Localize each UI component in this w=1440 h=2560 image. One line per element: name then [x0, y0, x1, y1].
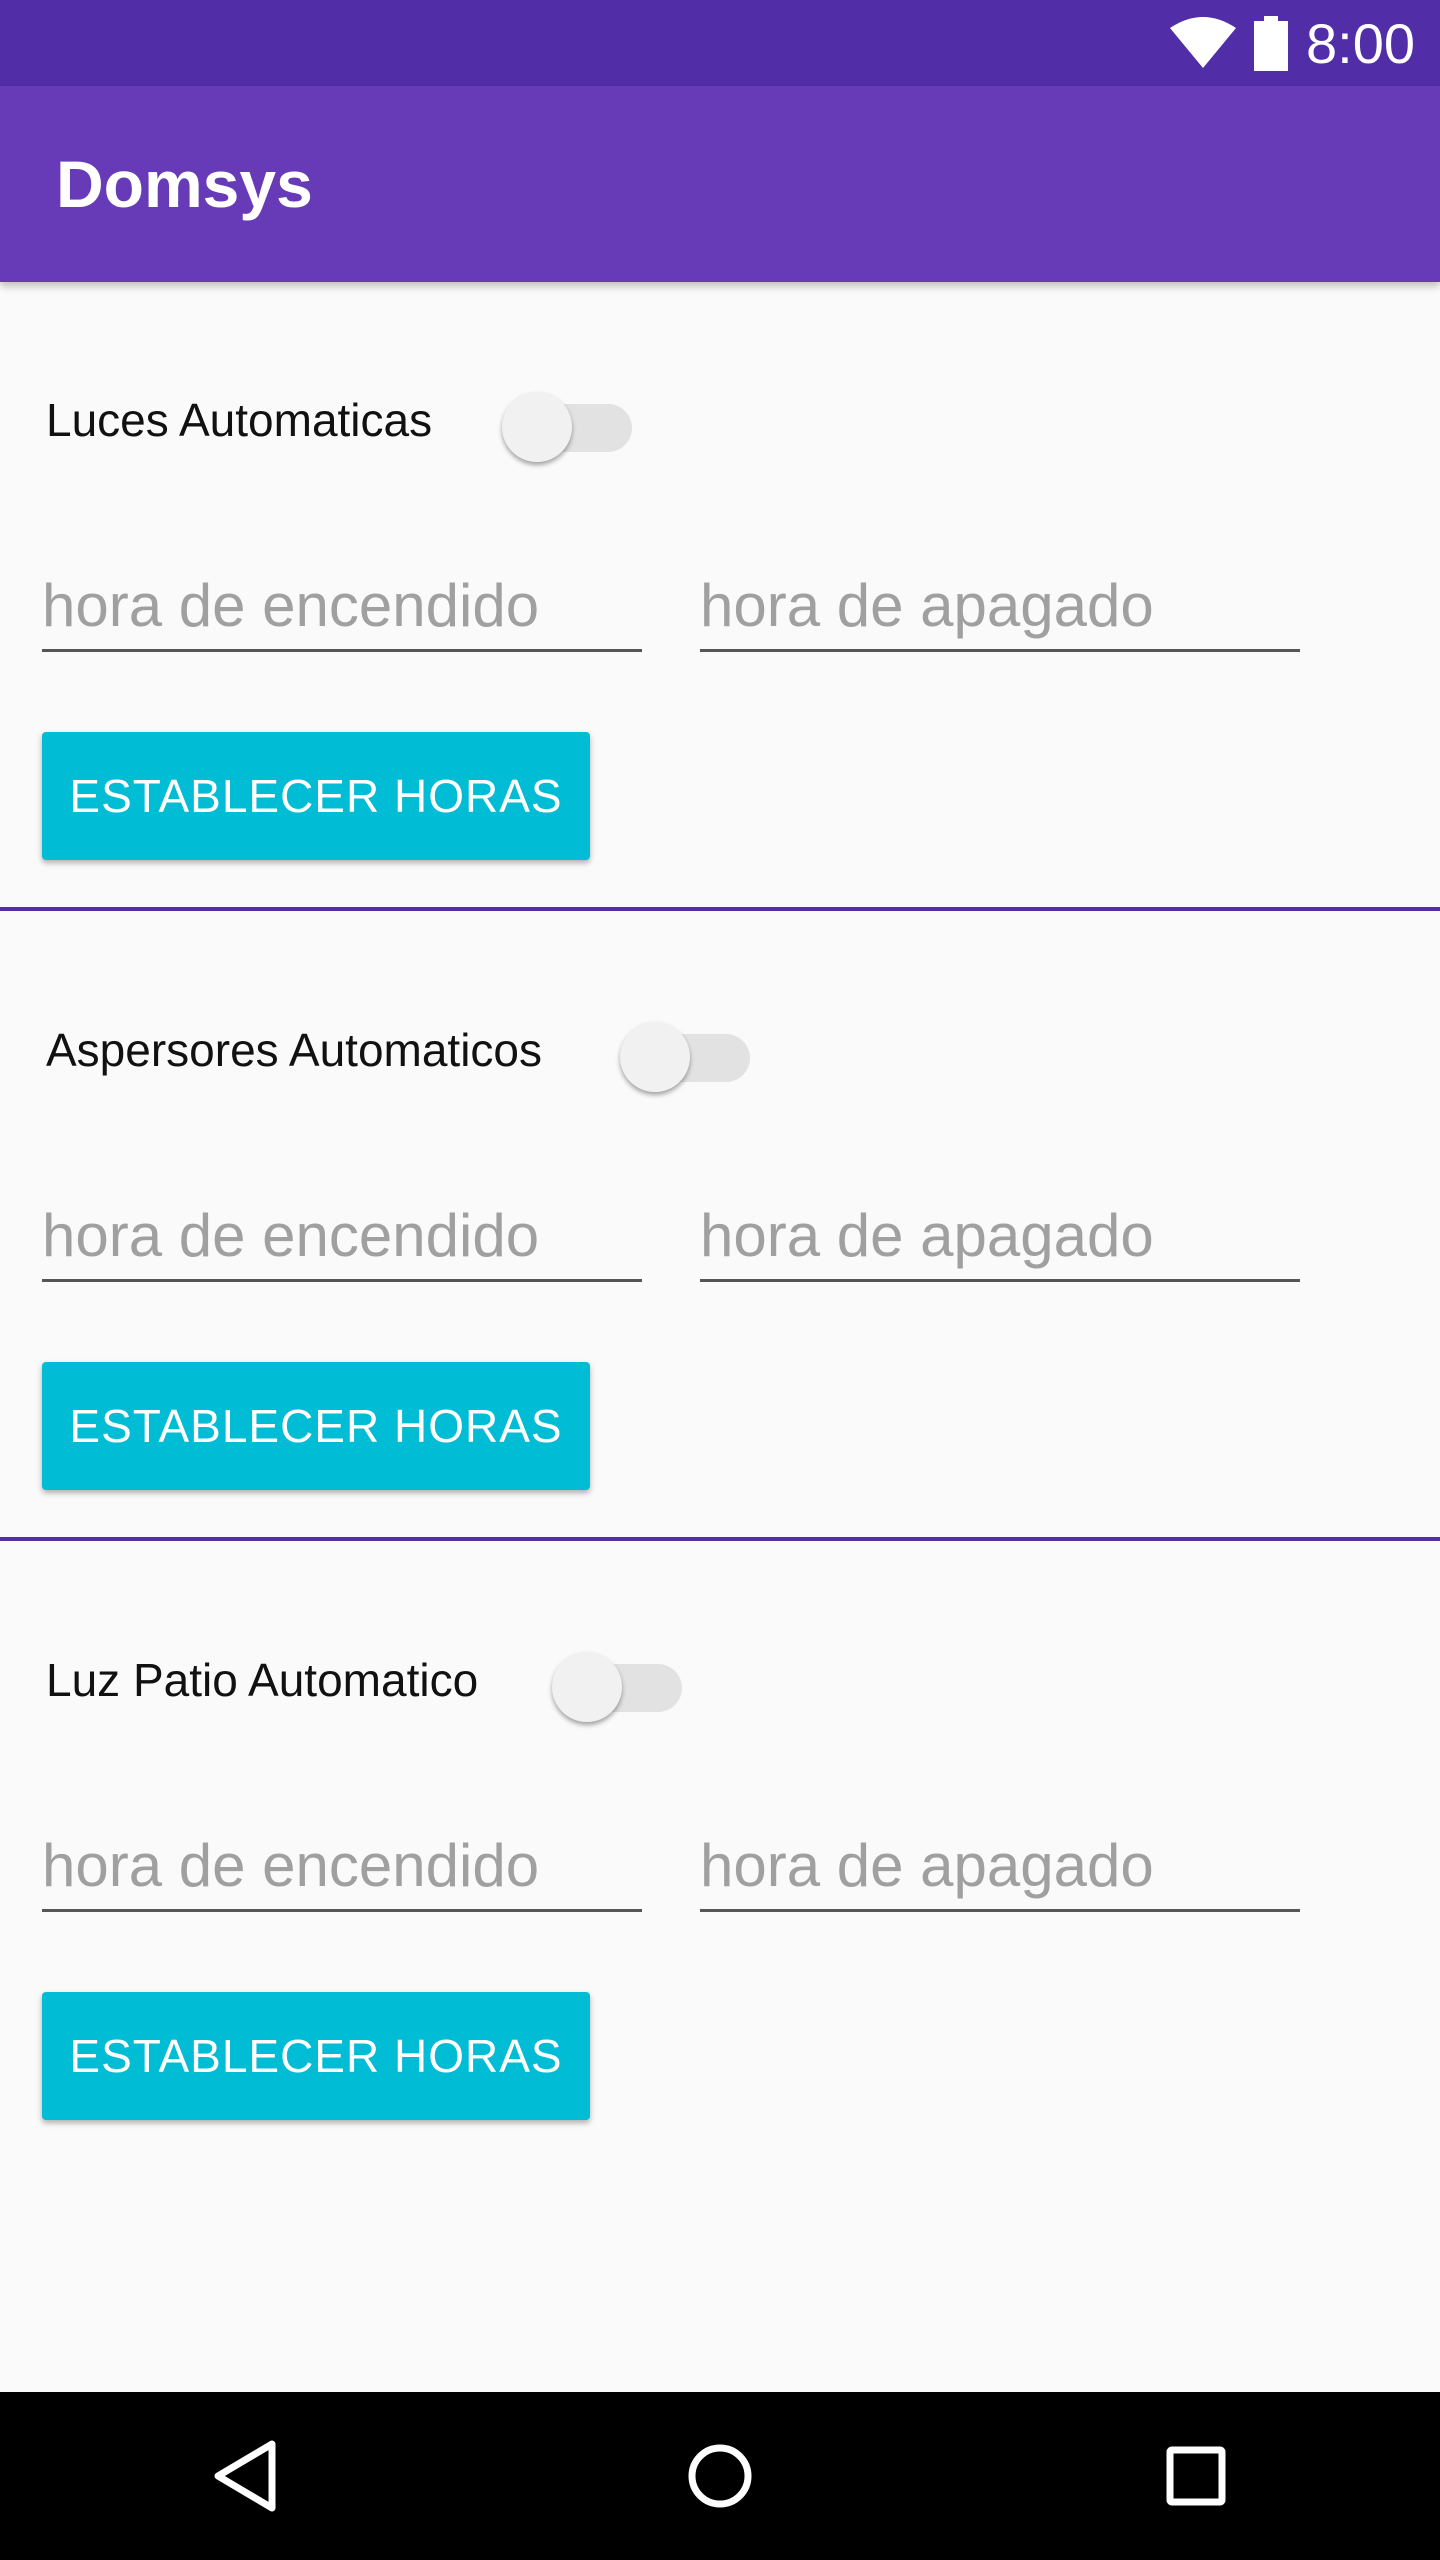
on-time-input-luces[interactable]	[42, 562, 642, 652]
toggle-label-luces: Luces Automaticas	[46, 394, 433, 446]
status-bar: 8:00	[0, 0, 1440, 86]
switch-thumb	[620, 1022, 690, 1092]
off-time-input-aspersores[interactable]	[700, 1192, 1300, 1282]
home-circle-icon[interactable]	[670, 2426, 770, 2526]
divider	[0, 1537, 1440, 1541]
off-time-input-luces[interactable]	[700, 562, 1300, 652]
switch-thumb	[502, 392, 572, 462]
status-time: 8:00	[1306, 12, 1415, 75]
toggle-switch-aspersores[interactable]	[620, 1012, 750, 1092]
set-hours-button-aspersores[interactable]: ESTABLECER HORAS	[42, 1362, 590, 1490]
battery-icon	[1254, 16, 1288, 71]
toggle-label-aspersores: Aspersores Automaticos	[46, 1024, 543, 1076]
navigation-bar	[0, 2392, 1440, 2560]
set-hours-button-luces[interactable]: ESTABLECER HORAS	[42, 732, 590, 860]
app-title: Domsys	[56, 147, 313, 221]
app-bar: Domsys	[0, 86, 1440, 282]
section-luces: Luces Automaticas ESTABLECER HORAS	[0, 282, 1440, 912]
switch-thumb	[552, 1652, 622, 1722]
set-hours-button-luz-patio[interactable]: ESTABLECER HORAS	[42, 1992, 590, 2120]
back-triangle-icon[interactable]	[196, 2426, 296, 2526]
divider	[0, 907, 1440, 911]
toggle-switch-luces[interactable]	[502, 382, 632, 462]
wifi-icon	[1170, 17, 1236, 68]
on-time-input-luz-patio[interactable]	[42, 1822, 642, 1912]
toggle-label-luz-patio: Luz Patio Automatico	[46, 1654, 479, 1706]
off-time-input-luz-patio[interactable]	[700, 1822, 1300, 1912]
toggle-switch-luz-patio[interactable]	[552, 1642, 682, 1722]
recents-square-icon[interactable]	[1146, 2426, 1246, 2526]
on-time-input-aspersores[interactable]	[42, 1192, 642, 1282]
section-luz-patio: Luz Patio Automatico ESTABLECER HORAS	[0, 1542, 1440, 2172]
section-aspersores: Aspersores Automaticos ESTABLECER HORAS	[0, 912, 1440, 1542]
